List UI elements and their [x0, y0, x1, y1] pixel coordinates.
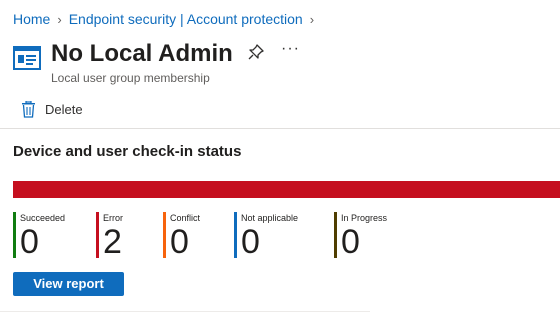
section-title: Device and user check-in status [13, 143, 242, 160]
stat-succeeded[interactable]: Succeeded 0 [13, 212, 65, 259]
breadcrumb-home[interactable]: Home [13, 11, 50, 27]
stat-value: 0 [241, 223, 260, 261]
status-bar-error[interactable] [13, 181, 560, 198]
page-title: No Local Admin [51, 40, 233, 67]
stat-stripe [234, 212, 237, 258]
stat-error[interactable]: Error 2 [96, 212, 123, 259]
command-bar: Delete [0, 95, 560, 129]
stat-value: 2 [103, 223, 122, 261]
policy-icon [13, 46, 41, 70]
pin-icon[interactable] [248, 44, 264, 60]
chevron-right-icon: › [57, 11, 62, 27]
stat-stripe [96, 212, 99, 258]
view-report-button[interactable]: View report [13, 272, 124, 296]
breadcrumb: Home › Endpoint security | Account prote… [13, 11, 321, 27]
stat-value: 0 [20, 223, 39, 261]
chevron-right-icon: › [309, 11, 315, 27]
delete-label: Delete [45, 102, 83, 117]
page-header: No Local Admin Local user group membersh… [13, 40, 233, 85]
divider [0, 311, 370, 312]
delete-button[interactable]: Delete [21, 101, 83, 118]
trash-icon [22, 101, 35, 118]
stat-not-applicable[interactable]: Not applicable 0 [234, 212, 298, 259]
breadcrumb-account-protection[interactable]: Endpoint security | Account protection [69, 11, 303, 27]
stat-in-progress[interactable]: In Progress 0 [334, 212, 387, 259]
page-subtitle: Local user group membership [51, 71, 210, 85]
stat-stripe [13, 212, 16, 258]
stat-stripe [334, 212, 337, 258]
stat-value: 0 [341, 223, 360, 261]
more-options-icon[interactable]: ··· [281, 40, 300, 58]
stat-value: 0 [170, 223, 189, 261]
stat-conflict[interactable]: Conflict 0 [163, 212, 200, 259]
stat-stripe [163, 212, 166, 258]
